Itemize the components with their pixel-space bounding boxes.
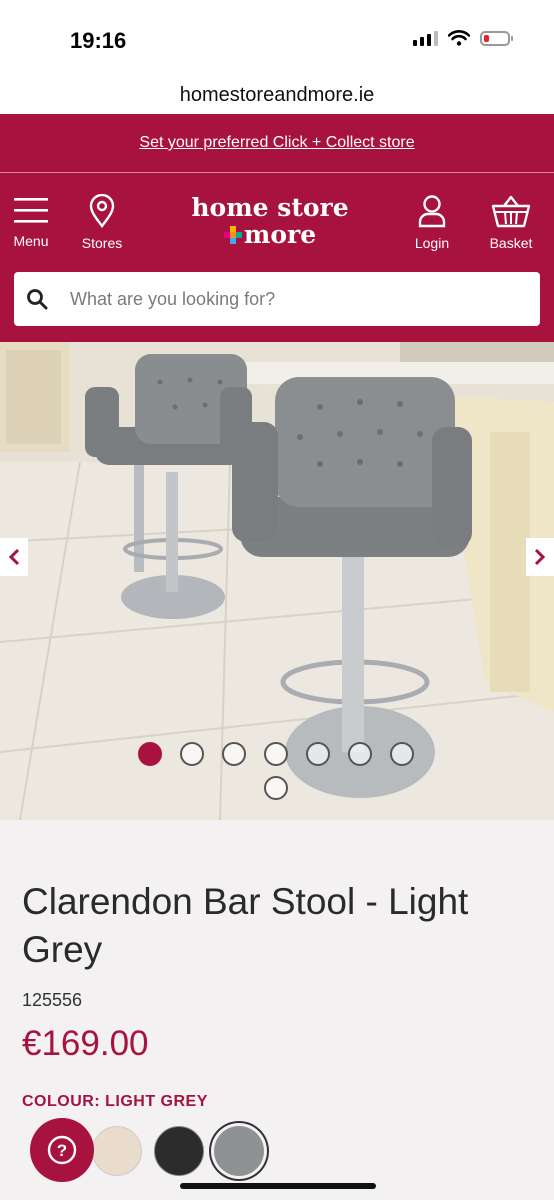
swatch-black[interactable] [154, 1126, 204, 1176]
question-mark-icon: ? [47, 1135, 77, 1165]
basket-label: Basket [489, 235, 533, 251]
carousel-dot-1[interactable] [138, 742, 162, 766]
status-icons [413, 30, 513, 46]
search-input[interactable]: What are you looking for? [70, 289, 275, 310]
click-collect-link[interactable]: Set your preferred Click + Collect store [0, 134, 554, 152]
product-price: €169.00 [22, 1024, 149, 1063]
swatch-cream[interactable] [92, 1126, 142, 1176]
login-label: Login [414, 235, 450, 251]
carousel-prev-button[interactable] [0, 538, 28, 576]
stores-label: Stores [81, 235, 123, 251]
basket-button[interactable]: Basket [484, 194, 538, 251]
signal-icon [413, 30, 438, 46]
stores-button[interactable]: Stores [76, 193, 128, 251]
help-label: ? [57, 1141, 67, 1160]
chevron-left-icon [8, 548, 20, 566]
hamburger-icon [14, 198, 48, 223]
home-store-more-logo[interactable]: home store more [170, 194, 370, 248]
user-icon [418, 195, 446, 228]
carousel-dot-2[interactable] [180, 742, 204, 766]
carousel-dot-5[interactable] [306, 742, 330, 766]
swatch-light-grey[interactable] [214, 1126, 264, 1176]
logo-line-1: home store [191, 193, 349, 222]
promo-divider [0, 172, 554, 173]
basket-icon [491, 195, 531, 228]
menu-button[interactable]: Menu [12, 194, 50, 249]
chevron-right-icon [534, 548, 546, 566]
status-time: 19:16 [70, 28, 127, 53]
logo-line-2: more [243, 220, 317, 249]
battery-icon [480, 30, 513, 46]
url-bar[interactable]: homestoreandmore.ie [0, 80, 554, 114]
logo-plus-icon [223, 226, 242, 244]
help-button[interactable]: ? [30, 1118, 94, 1182]
carousel-dot-8[interactable] [264, 776, 288, 800]
product-image-carousel[interactable] [0, 342, 554, 820]
carousel-next-button[interactable] [526, 538, 554, 576]
colour-label: COLOUR: LIGHT GREY [22, 1093, 208, 1110]
login-button[interactable]: Login [410, 194, 454, 251]
location-pin-icon [89, 193, 115, 228]
status-bar: 19:16 [0, 0, 554, 80]
menu-label: Menu [13, 233, 49, 249]
search-icon[interactable] [26, 288, 48, 310]
search-bar[interactable]: What are you looking for? [14, 272, 540, 326]
site-header: Set your preferred Click + Collect store… [0, 114, 554, 342]
carousel-dot-6[interactable] [348, 742, 372, 766]
carousel-dot-7[interactable] [390, 742, 414, 766]
product-sku: 125556 [22, 990, 83, 1010]
wifi-icon [448, 30, 470, 46]
product-title: Clarendon Bar Stool - Light Grey [22, 881, 469, 970]
home-indicator[interactable] [180, 1183, 376, 1189]
carousel-dot-4[interactable] [264, 742, 288, 766]
carousel-dot-3[interactable] [222, 742, 246, 766]
